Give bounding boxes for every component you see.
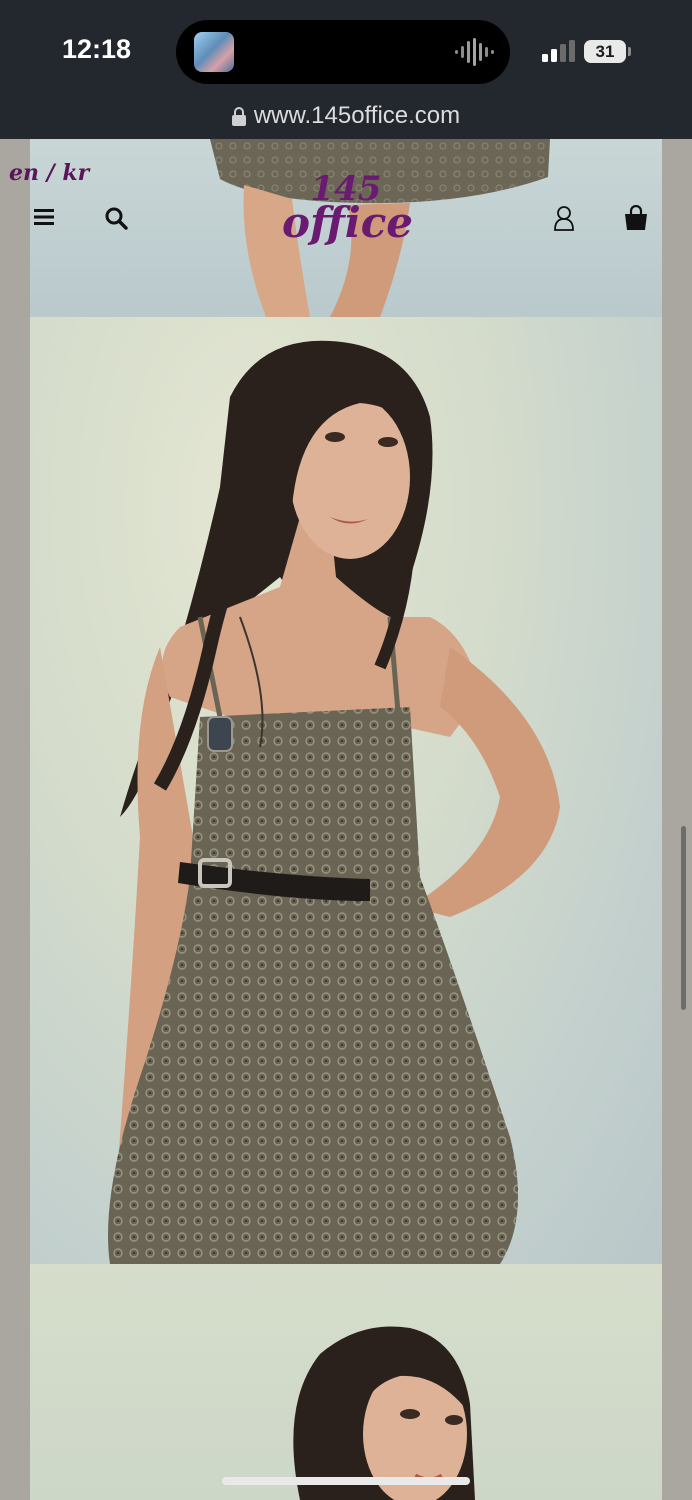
photo-bottom-illustration [293, 1326, 475, 1500]
battery-level: 31 [584, 40, 626, 63]
search-icon[interactable] [104, 206, 128, 230]
site-logo[interactable]: 145 office [282, 172, 414, 247]
status-bar: 12:18 31 www.145office.com [0, 0, 692, 139]
product-photo-main[interactable] [30, 317, 662, 1264]
now-playing-thumbnail [194, 32, 234, 72]
photo-main-illustration [108, 340, 560, 1264]
url-text: www.145office.com [253, 102, 461, 129]
language-switch[interactable]: en / kr [9, 160, 89, 186]
home-indicator[interactable] [222, 1477, 470, 1485]
status-time: 12:18 [62, 34, 132, 64]
page-scroll-indicator[interactable] [681, 826, 686, 1010]
dynamic-island[interactable] [176, 20, 510, 84]
address-bar[interactable]: www.145office.com [0, 98, 692, 134]
battery-nub [628, 47, 631, 56]
menu-icon[interactable] [34, 208, 54, 226]
account-icon[interactable] [553, 205, 575, 231]
cellular-signal-icon [542, 40, 575, 62]
product-photo-bottom[interactable] [30, 1264, 662, 1500]
lock-icon [231, 106, 246, 126]
page-margin-left [0, 139, 30, 1500]
audio-waveform-icon [455, 38, 494, 66]
cart-icon[interactable] [623, 205, 649, 231]
page-margin-right [662, 139, 692, 1500]
logo-word: office [282, 198, 414, 247]
